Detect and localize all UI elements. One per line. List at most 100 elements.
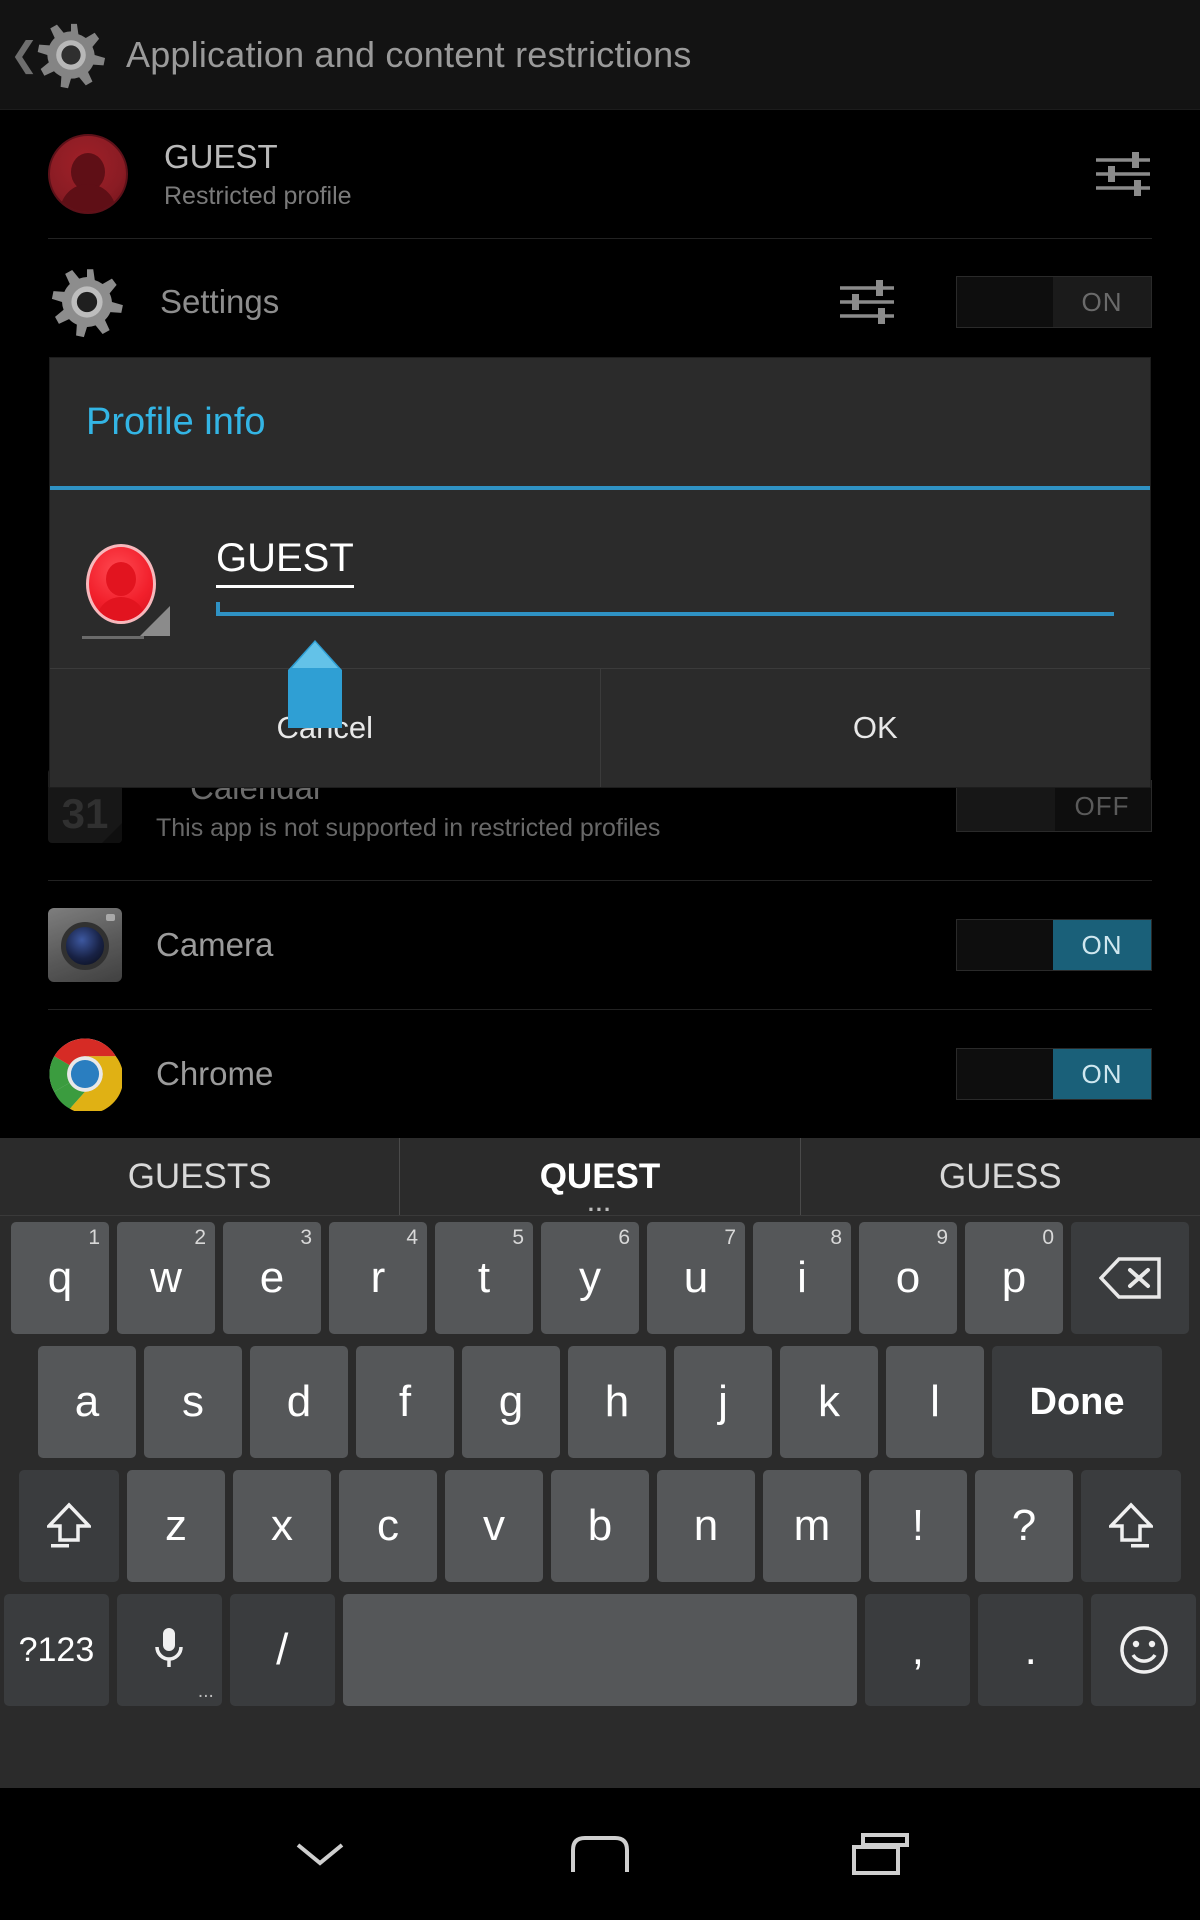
key-o[interactable]: 9 o <box>859 1222 957 1334</box>
app-toggle-camera[interactable]: ON <box>956 919 1152 971</box>
chrome-icon <box>48 1037 124 1114</box>
avatar-picker-underline <box>82 636 144 639</box>
key-i[interactable]: 8 i <box>753 1222 851 1334</box>
key-label: l <box>930 1377 940 1426</box>
app-row-chrome[interactable]: Chrome ON <box>0 1010 1200 1138</box>
avatar-picker[interactable] <box>82 544 172 639</box>
key-a[interactable]: a <box>38 1346 136 1458</box>
key-s[interactable]: s <box>144 1346 242 1458</box>
shift-icon-right[interactable] <box>1081 1470 1181 1582</box>
key-z[interactable]: z <box>127 1470 225 1582</box>
key-r[interactable]: 4 r <box>329 1222 427 1334</box>
profile-name-field[interactable]: GUEST <box>216 536 1114 616</box>
key-b[interactable]: b <box>551 1470 649 1582</box>
key-label: z <box>165 1501 187 1550</box>
key-label: ? <box>1011 1501 1037 1550</box>
key-v[interactable]: v <box>445 1470 543 1582</box>
page-title: Application and content restrictions <box>126 33 692 75</box>
shift-icon-left[interactable] <box>19 1470 119 1582</box>
image-picker-triangle-icon[interactable] <box>140 606 170 636</box>
settings-gear-icon[interactable] <box>34 18 108 92</box>
key-l[interactable]: l <box>886 1346 984 1458</box>
profile-sliders-icon[interactable] <box>1094 148 1152 200</box>
key-label: , <box>911 1625 924 1674</box>
key-t[interactable]: 5 t <box>435 1222 533 1334</box>
settings-toggle[interactable]: ON <box>956 276 1152 328</box>
nav-recents-icon[interactable] <box>845 1819 915 1889</box>
key-y[interactable]: 6 y <box>541 1222 639 1334</box>
key-label: / <box>276 1625 289 1674</box>
key-q[interactable]: 1 q <box>11 1222 109 1334</box>
key-label: e <box>259 1253 285 1302</box>
key-f[interactable]: f <box>356 1346 454 1458</box>
app-row-camera[interactable]: Camera ON <box>0 881 1200 1009</box>
key-c[interactable]: c <box>339 1470 437 1582</box>
period-key[interactable]: . <box>978 1594 1084 1706</box>
settings-sliders-icon[interactable] <box>838 276 896 328</box>
key-h[interactable]: h <box>568 1346 666 1458</box>
key-x[interactable]: x <box>233 1470 331 1582</box>
back-chevron-icon[interactable]: ❮ <box>10 33 39 77</box>
key-hint: 2 <box>194 1226 206 1249</box>
backspace-icon[interactable] <box>1071 1222 1189 1334</box>
key-label: ?123 <box>18 1630 95 1669</box>
key-label: h <box>604 1377 630 1426</box>
dialog-body: GUEST <box>50 490 1150 668</box>
key-label: c <box>377 1501 399 1550</box>
settings-toggle-label: ON <box>1081 286 1123 317</box>
action-bar: ❮ Application and content restrictions <box>0 0 1200 110</box>
dialog-title-bar: Profile info <box>50 358 1150 486</box>
key-label: s <box>182 1377 204 1426</box>
comma-key[interactable]: , <box>865 1594 971 1706</box>
key-m[interactable]: m <box>763 1470 861 1582</box>
microphone-icon[interactable]: ... <box>116 1594 222 1706</box>
nav-home-icon[interactable] <box>565 1819 635 1889</box>
key-label: m <box>793 1501 831 1550</box>
slash-key[interactable]: / <box>229 1594 335 1706</box>
keyboard-row-1: 1 q 2 w 3 e 4 r 5 t 6 y 7 u 8 i 9 o 0 p <box>0 1216 1200 1340</box>
key-label: b <box>587 1501 613 1550</box>
app-toggle-label: ON <box>1081 1058 1123 1089</box>
key-label: o <box>895 1253 921 1302</box>
space-key[interactable] <box>342 1594 858 1706</box>
text-cursor-handle[interactable] <box>286 640 344 732</box>
suggestion-2[interactable]: GUESS <box>799 1138 1200 1215</box>
suggestion-0[interactable]: GUESTS <box>0 1138 399 1215</box>
app-toggle-chrome[interactable]: ON <box>956 1048 1152 1100</box>
key-label: r <box>370 1253 386 1302</box>
keyboard-row-4: ?123 ... / , . <box>0 1588 1200 1712</box>
key-label: p <box>1001 1253 1027 1302</box>
app-name: Chrome <box>156 1055 274 1092</box>
key-j[interactable]: j <box>674 1346 772 1458</box>
key-e[interactable]: 3 e <box>223 1222 321 1334</box>
key-p[interactable]: 0 p <box>965 1222 1063 1334</box>
profile-row[interactable]: GUEST Restricted profile <box>0 110 1200 238</box>
nav-down-chevron-icon[interactable] <box>285 1819 355 1889</box>
key-label: x <box>271 1501 293 1550</box>
emoji-icon[interactable] <box>1091 1594 1197 1706</box>
done-key[interactable]: Done <box>992 1346 1162 1458</box>
key-n[interactable]: n <box>657 1470 755 1582</box>
ok-button[interactable]: OK <box>599 669 1151 787</box>
key-hint: 8 <box>830 1226 842 1249</box>
key-label: w <box>150 1253 182 1302</box>
key-question[interactable]: ? <box>975 1470 1073 1582</box>
keyboard-row-3: z x c v b n m ! ? <box>0 1464 1200 1588</box>
profile-name-input-value[interactable]: GUEST <box>216 536 354 588</box>
key-g[interactable]: g <box>462 1346 560 1458</box>
key-k[interactable]: k <box>780 1346 878 1458</box>
key-label: a <box>74 1377 100 1426</box>
symbols-key[interactable]: ?123 <box>3 1594 109 1706</box>
settings-row[interactable]: Settings ON <box>0 239 1200 365</box>
key-exclamation[interactable]: ! <box>869 1470 967 1582</box>
key-hint: 3 <box>300 1226 312 1249</box>
app-toggle-calendar: OFF <box>956 780 1152 832</box>
key-w[interactable]: 2 w <box>117 1222 215 1334</box>
app-toggle-label: OFF <box>1074 790 1130 821</box>
key-u[interactable]: 7 u <box>647 1222 745 1334</box>
key-d[interactable]: d <box>250 1346 348 1458</box>
suggestion-1[interactable]: QUEST <box>399 1138 799 1215</box>
key-label: i <box>797 1253 807 1302</box>
key-label: . <box>1024 1625 1037 1674</box>
profile-name: GUEST <box>164 137 278 175</box>
